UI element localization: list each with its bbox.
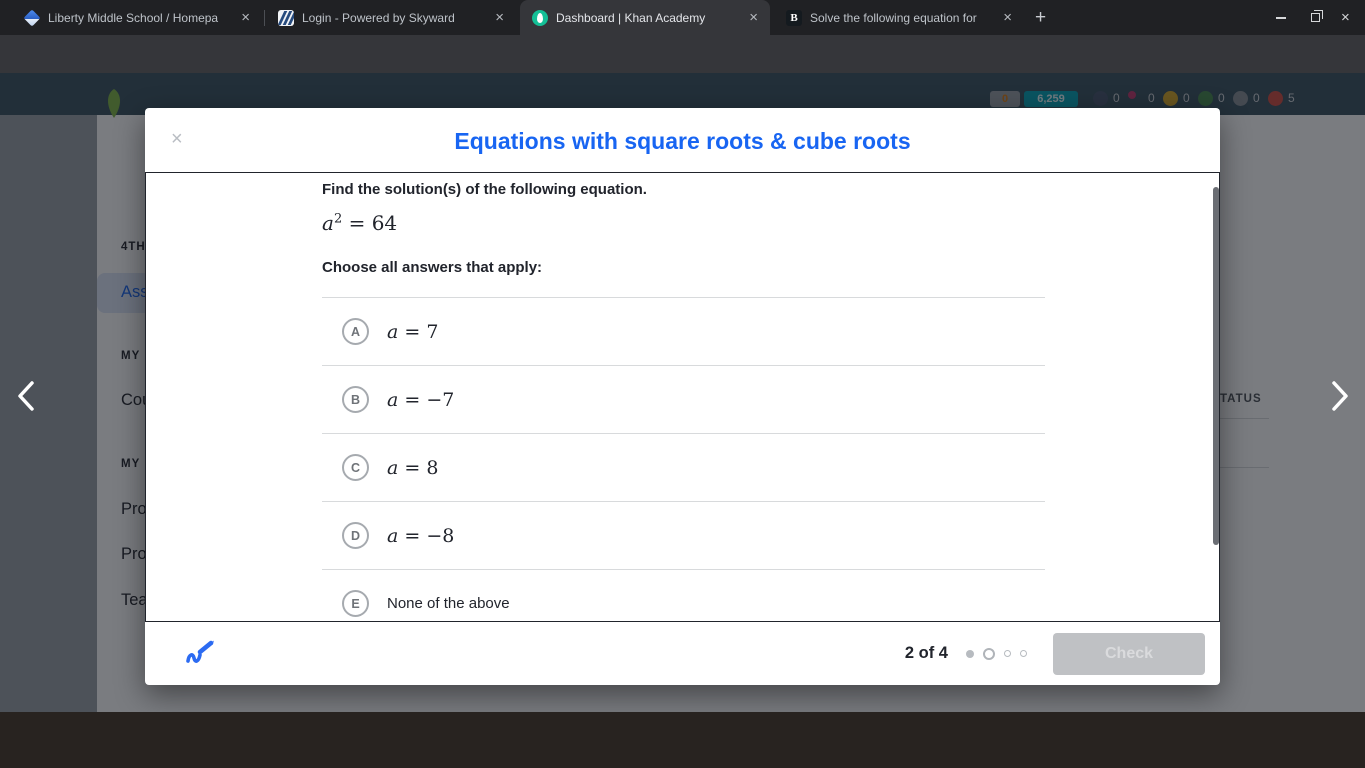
choice-letter-circle[interactable]: E [342,590,369,617]
browser-toolbar: ← → ↻ khanacademy.org/profile/kaid_10349… [0,35,1365,103]
restore-window-icon[interactable] [1311,9,1323,22]
exercise-title: Equations with square roots & cube roots [454,128,911,154]
choice-c[interactable]: C a = 8 [322,433,1045,501]
choice-list: A a = 7 B a = −7 C a = 8 D a = −8 E None… [322,297,1045,621]
close-tab-icon[interactable]: × [491,10,508,25]
choice-e[interactable]: E None of the above [322,569,1045,621]
choose-all-prompt: Choose all answers that apply: [322,259,543,276]
choice-b[interactable]: B a = −7 [322,365,1045,433]
choice-label: a = −7 [387,388,455,411]
tab-title: Dashboard | Khan Academy [556,10,706,25]
tab-brainly[interactable]: B Solve the following equation for × [774,0,1024,35]
question-text: Find the solution(s) of the following eq… [322,181,647,198]
choice-letter-circle[interactable]: B [342,386,369,413]
progress-dot [1020,650,1027,657]
close-tab-icon[interactable]: × [745,10,762,25]
khan-academy-logo-icon [532,9,548,26]
tab-khan-dashboard[interactable]: Dashboard | Khan Academy × [520,0,770,35]
choice-d[interactable]: D a = −8 [322,501,1045,569]
tab-title: Solve the following equation for [810,10,977,25]
brainly-logo-icon: B [786,9,802,26]
progress-dots [966,647,1027,660]
scratchpad-pencil-icon[interactable] [185,637,215,670]
minimize-window-icon[interactable] [1276,17,1286,19]
tab-strip: Liberty Middle School / Homepa × Login -… [0,0,1365,35]
progress-dot [1004,650,1011,657]
choice-letter-circle[interactable]: D [342,522,369,549]
screen: Liberty Middle School / Homepa × Login -… [0,0,1365,768]
choice-a[interactable]: A a = 7 [322,297,1045,365]
previous-question-button[interactable] [8,378,44,414]
chevron-left-icon [18,381,34,411]
choice-letter-circle[interactable]: C [342,454,369,481]
tab-title: Login - Powered by Skyward [302,10,455,25]
chevron-right-icon [1332,381,1348,411]
choice-letter-circle[interactable]: A [342,318,369,345]
tab-liberty-school[interactable]: Liberty Middle School / Homepa × [12,0,262,35]
tab-title: Liberty Middle School / Homepa [48,10,219,25]
new-tab-button[interactable]: + [1035,7,1046,29]
question-panel: Find the solution(s) of the following eq… [145,172,1220,622]
progress-dot-current [983,647,995,660]
choice-label: a = 8 [387,456,439,479]
next-question-button[interactable] [1322,378,1358,414]
question-scrollbar[interactable] [1213,187,1219,545]
equation: a2 = 64 [322,211,398,235]
close-tab-icon[interactable]: × [999,10,1016,25]
check-button[interactable]: Check [1053,632,1205,675]
tab-separator [264,10,265,26]
progress-text: 2 of 4 [904,644,948,662]
close-tab-icon[interactable]: × [237,10,254,25]
choice-label: None of the above [387,595,510,612]
progress-dot-done [966,649,974,658]
close-window-icon[interactable]: × [1341,9,1350,26]
exercise-modal: × Equations with square roots & cube roo… [145,108,1220,685]
skyward-logo-icon [278,9,294,26]
choice-label: a = −8 [387,524,455,547]
tab-skyward-login[interactable]: Login - Powered by Skyward × [266,0,516,35]
taskbar: T W US 3:30 [0,712,1365,768]
choice-label: a = 7 [387,320,439,343]
liberty-school-logo-icon [23,9,41,26]
modal-footer: 2 of 4 Check [145,622,1220,685]
